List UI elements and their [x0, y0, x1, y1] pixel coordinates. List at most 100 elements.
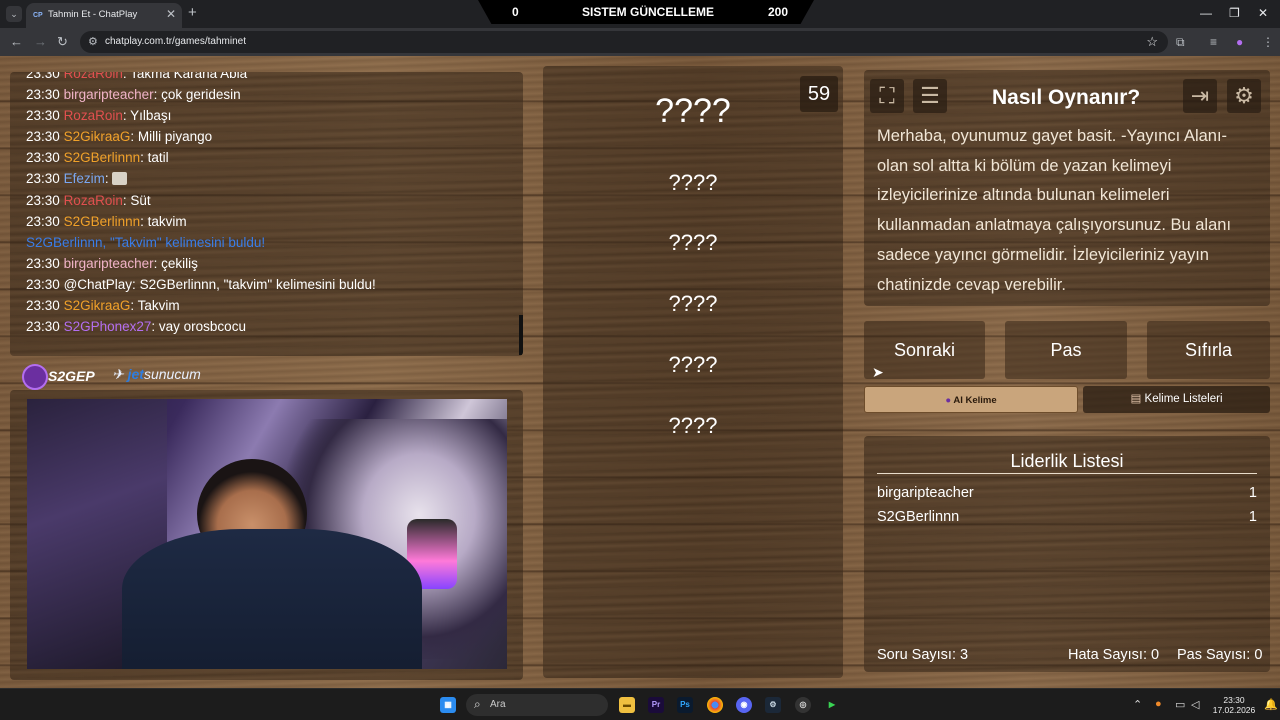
chat-message: 23:30 RozaRoin: Yılbaşı: [26, 108, 172, 124]
mouse-cursor-icon: ➤: [872, 364, 884, 380]
chat-text: Yılbaşı: [130, 108, 172, 124]
settings-gear-icon[interactable]: ⚙: [1227, 79, 1261, 113]
chat-username[interactable]: Efezim: [64, 171, 105, 186]
chat-text: Süt: [130, 192, 151, 208]
browser-tab[interactable]: CP Tahmin Et - ChatPlay ✕: [26, 3, 182, 28]
chat-username[interactable]: S2GPhonex27: [64, 319, 152, 334]
profile-icon[interactable]: ●: [1236, 35, 1243, 49]
chat-username[interactable]: S2GBerlinnn: [64, 214, 141, 229]
chat-scrollbar[interactable]: [519, 315, 523, 355]
jetsunucum-logo: ✈ jetsunucum: [112, 366, 201, 382]
premiere-icon[interactable]: Pr: [648, 697, 664, 713]
search-icon: ⌕: [474, 697, 481, 711]
hidden-word: ????: [668, 352, 718, 377]
fullscreen-icon[interactable]: ⛶: [870, 79, 904, 113]
banner-title: SISTEM GÜNCELLEME: [582, 5, 715, 19]
chat-username[interactable]: S2GikraaG: [64, 129, 131, 144]
chat-message: 23:30 @ChatPlay: S2GBerlinnn, "takvim" k…: [26, 276, 376, 292]
favicon: CP: [33, 12, 43, 19]
microphone-icon[interactable]: ●: [1155, 698, 1162, 710]
hidden-word: ????: [668, 413, 718, 438]
hidden-word: ????: [668, 230, 718, 255]
ai-word-button[interactable]: ● AI Kelime: [864, 386, 1078, 413]
chat-message: 23:30 birgaripteacher: çok geridesin: [26, 87, 241, 102]
chat-username[interactable]: @ChatPlay: [64, 277, 132, 292]
chat-message: 23:30 S2GPhonex27: vay orosbcocu: [26, 319, 246, 335]
volume-icon[interactable]: ◁: [1191, 698, 1199, 711]
bookmark-star-icon[interactable]: ☆: [1146, 34, 1158, 50]
start-windows-icon[interactable]: ▦: [440, 697, 456, 713]
tab-search-icon[interactable]: ⌄: [6, 6, 22, 22]
chat-message: 23:30 S2GBerlinnn: tatil: [26, 150, 169, 166]
close-window-icon[interactable]: ✕: [1258, 6, 1268, 20]
notification-bell-icon[interactable]: 🔔: [1264, 698, 1278, 711]
new-tab-icon[interactable]: +: [188, 4, 197, 21]
network-icon[interactable]: ▭: [1175, 698, 1185, 711]
tray-overflow-icon[interactable]: ⌃: [1133, 698, 1142, 711]
restore-icon[interactable]: ❐: [1229, 6, 1240, 20]
stream-banner: 0 SISTEM GÜNCELLEME 200: [478, 0, 814, 24]
chat-username[interactable]: RozaRoin: [64, 193, 123, 208]
menu-icon[interactable]: ⋮: [1262, 35, 1274, 49]
obs-icon[interactable]: ◎: [795, 697, 811, 713]
chat-username[interactable]: S2GikraaG: [64, 298, 131, 313]
address-bar[interactable]: ⚙ chatplay.com.tr/games/tahminet ☆: [80, 31, 1168, 53]
photoshop-icon[interactable]: Ps: [677, 697, 693, 713]
close-tab-icon[interactable]: ✕: [166, 7, 176, 21]
chat-message: 23:30 S2GikraaG: Takvim: [26, 298, 180, 313]
chat-username[interactable]: RozaRoin: [64, 72, 123, 81]
how-to-play-title: Nasıl Oynanır?: [992, 86, 1141, 109]
emote-icon: [112, 172, 128, 186]
exit-icon[interactable]: ⇥: [1183, 79, 1217, 113]
chat-message: S2GBerlinnn, "Takvim" kelimesini buldu!: [26, 235, 265, 250]
leaderboard-name: S2GBerlinnn: [877, 509, 960, 525]
chat-text: çok geridesin: [161, 87, 241, 102]
chrome-icon[interactable]: [707, 697, 723, 713]
hidden-word: ????: [668, 170, 718, 195]
notes-icon[interactable]: ☰: [913, 79, 947, 113]
windows-taskbar: ▦ ⌕ Ara ▬ Pr Ps ◉ ⚙ ◎ ▶ ⌃ ● ▭ ◁ 23:30 17…: [0, 688, 1280, 720]
hidden-word: ????: [668, 291, 718, 316]
leaderboard-score: 1: [1248, 485, 1257, 501]
taskbar-search[interactable]: ⌕ Ara: [466, 694, 608, 716]
chat-message: 23:30 birgaripteacher: çekiliş: [26, 255, 198, 271]
tab-title: Tahmin Et - ChatPlay: [48, 9, 138, 20]
taskbar-clock[interactable]: 23:30 17.02.2026: [1212, 695, 1256, 715]
streamer-webcam: [27, 399, 507, 669]
reload-icon[interactable]: ↻: [57, 34, 68, 50]
chat-username[interactable]: S2GBerlinnn, "Takvim" kelimesini buldu!: [26, 235, 265, 250]
chat-username[interactable]: birgaripteacher: [64, 256, 154, 271]
chat-message: 23:30 S2GikraaG: Milli piyango: [26, 129, 213, 145]
file-explorer-icon[interactable]: ▬: [619, 697, 635, 713]
reset-button[interactable]: Sıfırla: [1147, 321, 1270, 379]
site-info-icon[interactable]: ⚙: [88, 35, 98, 48]
minimize-icon[interactable]: —: [1200, 6, 1212, 20]
extensions-icon[interactable]: ⧉: [1176, 35, 1185, 50]
chat-text: Takma Karana Abla: [130, 72, 248, 81]
chat-username[interactable]: birgaripteacher: [64, 87, 154, 102]
chat-message: 23:30 RozaRoin: Süt: [26, 192, 151, 208]
chat-panel: 23:30 RozaRoin: Takma Karana Abla 23:30 …: [10, 72, 523, 356]
jet-logo-arrow-icon: ✈: [112, 366, 128, 382]
chat-username[interactable]: S2GBerlinnn: [64, 150, 141, 165]
kick-icon[interactable]: ▶: [824, 697, 840, 713]
chat-text: S2GBerlinnn, "takvim" kelimesini buldu!: [139, 276, 376, 292]
banner-right-value: 200: [768, 5, 789, 19]
back-icon[interactable]: ←: [10, 34, 23, 49]
browser-tab-bar: ⌄ CP Tahmin Et - ChatPlay ✕ + 0 SISTEM G…: [0, 0, 1280, 28]
error-count: Hata Sayısı: 0: [1068, 647, 1160, 663]
pass-button[interactable]: Pas: [1005, 321, 1127, 379]
word-lists-button[interactable]: ▤ Kelime Listeleri: [1083, 386, 1270, 413]
chat-text: çekiliş: [161, 255, 198, 271]
chat-text: takvim: [147, 213, 187, 229]
forward-icon[interactable]: →: [34, 34, 47, 49]
media-icon[interactable]: ≡: [1210, 35, 1217, 49]
steam-icon[interactable]: ⚙: [765, 697, 781, 713]
leaderboard-divider: [877, 473, 1257, 474]
banner-left-value: 0: [512, 5, 519, 19]
hidden-word: ????: [655, 92, 731, 130]
chat-username[interactable]: RozaRoin: [64, 108, 123, 123]
chat-text: Takvim: [137, 298, 180, 313]
discord-icon[interactable]: ◉: [736, 697, 752, 713]
leaderboard-name: birgaripteacher: [877, 485, 974, 501]
